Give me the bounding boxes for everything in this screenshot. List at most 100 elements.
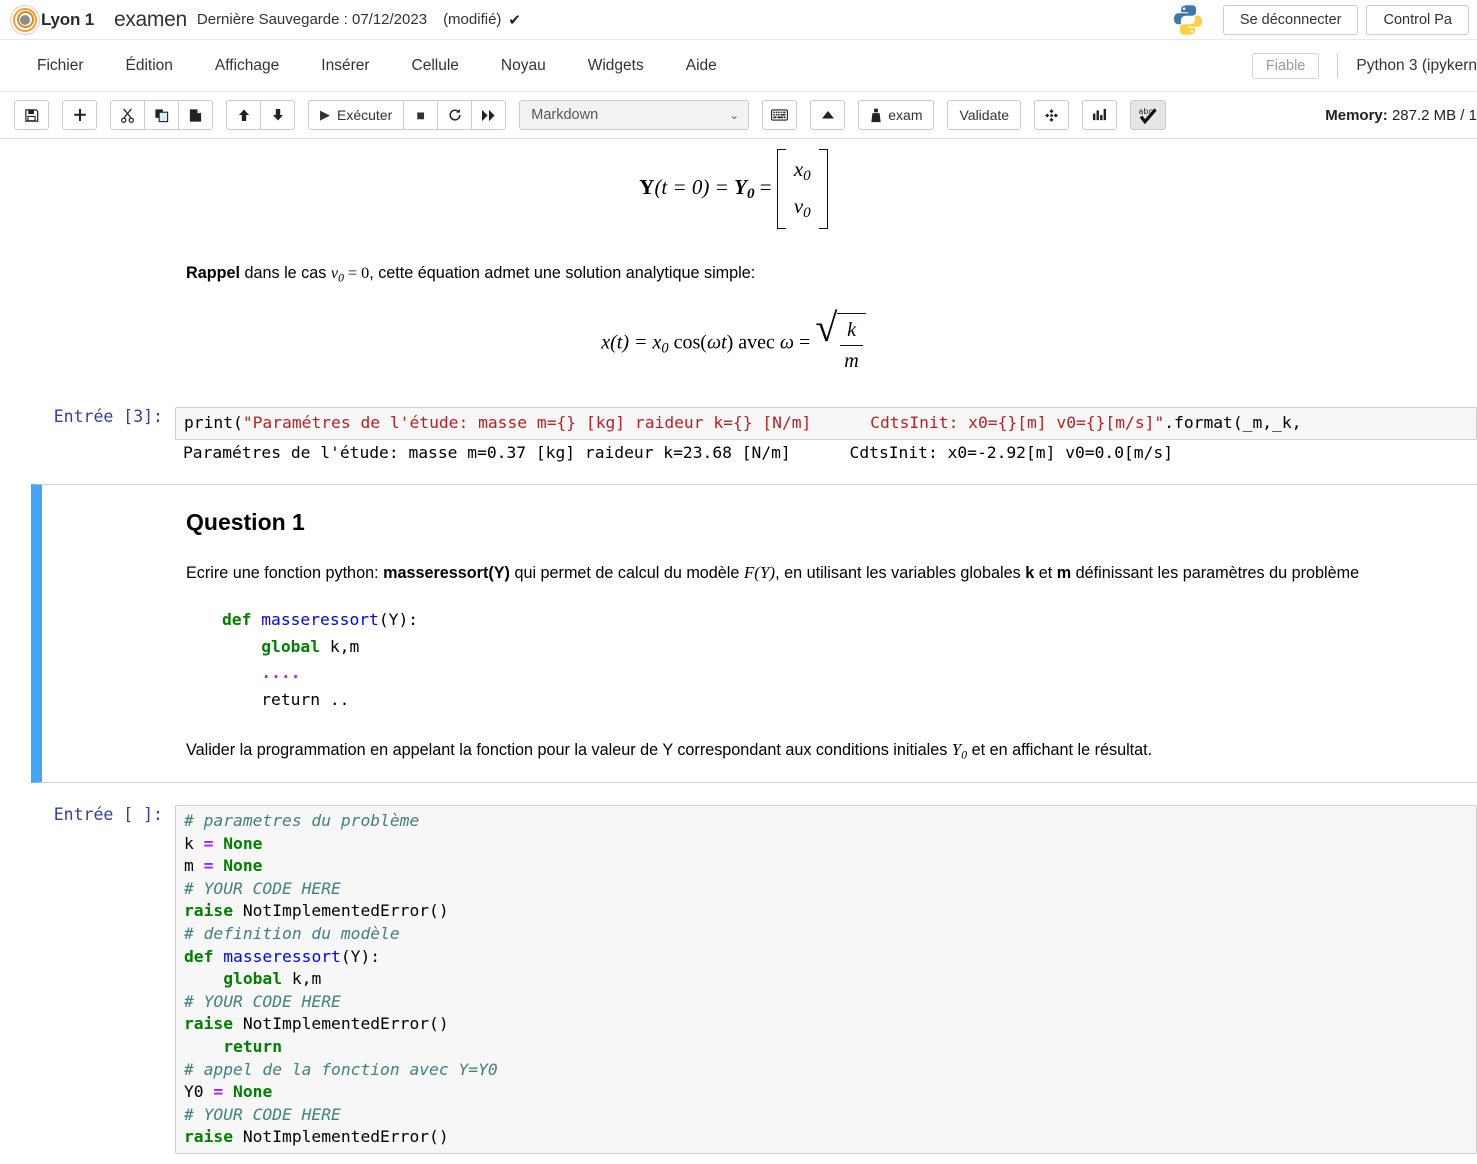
ans-l2-op: =	[194, 834, 223, 853]
menu-aide[interactable]: Aide	[665, 51, 738, 81]
kernel-indicator[interactable]: Python 3 (ipykern	[1356, 57, 1477, 75]
validate-button[interactable]: Validate	[947, 100, 1021, 130]
ans-l3-var: m	[184, 856, 194, 875]
eq-Y0-base: Y	[734, 175, 747, 199]
rappel-eq0: = 0	[344, 264, 369, 282]
variable-inspector-button[interactable]	[1082, 100, 1117, 130]
eq-vector: x0v0	[777, 149, 828, 229]
run-label: Exécuter	[337, 107, 392, 123]
collapse-heading-button[interactable]	[810, 100, 845, 130]
cell-type-select[interactable]: Markdown ⌄	[519, 100, 749, 130]
question-1-validate-paragraph: Valider la programmation en appelant la …	[186, 737, 1467, 764]
menu-affichage[interactable]: Affichage	[194, 51, 300, 81]
insert-cell-button[interactable]	[62, 100, 97, 130]
menu-fichier[interactable]: Fichier	[16, 51, 105, 81]
restart-kernel-button[interactable]	[437, 100, 472, 130]
menu-bar: Fichier Édition Affichage Insérer Cellul…	[0, 40, 1477, 92]
menubar-right-group: Fiable Python 3 (ipykern	[1252, 40, 1477, 92]
code-cell-answer[interactable]: Entrée [ ]: # parametres du problème k =…	[0, 805, 1477, 1154]
rappel-paragraph: Rappel dans le cas v0 = 0, cette équatio…	[0, 235, 1467, 287]
q1-function-name: masseressort(Y)	[383, 564, 510, 582]
memory-value: 287.2 MB / 1	[1392, 107, 1477, 124]
move-cell-down-button[interactable]	[260, 100, 295, 130]
kernel-separator	[1337, 53, 1338, 79]
q1-code-return: return ..	[261, 690, 349, 709]
ans-l5-txt: NotImplementedError()	[233, 901, 449, 920]
eq-vec-v0-base: v	[794, 194, 803, 218]
q1-math-FY: F(Y)	[744, 563, 775, 582]
toolbar-group-keyboard	[762, 100, 797, 130]
ans-l10-kw: raise	[184, 1014, 233, 1033]
question-1-paragraph: Ecrire une fonction python: masseressort…	[186, 560, 1467, 586]
notebook-title[interactable]: examen	[114, 8, 187, 32]
eq-lhs-rest: (t = 0) =	[654, 175, 734, 199]
rappel-bold: Rappel	[186, 264, 240, 282]
ans-l10-txt: NotImplementedError()	[233, 1014, 449, 1033]
cell-type-value: Markdown	[531, 107, 598, 123]
code-input-area-answer[interactable]: # parametres du problème k = None m = No…	[175, 805, 1477, 1154]
q1-text-et: et	[1034, 564, 1057, 582]
last-save-label: Dernière Sauvegarde : 07/12/2023	[197, 11, 427, 28]
nbdime-diff-icon-button[interactable]	[1034, 100, 1069, 130]
eq-vec-x0-sub: 0	[803, 168, 811, 184]
menu-widgets[interactable]: Widgets	[567, 51, 665, 81]
code-source-3[interactable]: print("Paramétres de l'étude: masse m={}…	[176, 408, 1476, 439]
q1-code-ellipsis: ....	[261, 663, 300, 682]
menu-noyau[interactable]: Noyau	[480, 51, 567, 81]
cut-button[interactable]	[110, 100, 145, 130]
open-command-palette-button[interactable]	[762, 100, 797, 130]
paste-button[interactable]	[178, 100, 213, 130]
ans-l3-val: None	[223, 856, 262, 875]
spellcheck-toggle-button[interactable]: abc	[1130, 100, 1166, 130]
toolbar-group-move	[226, 100, 295, 130]
q1-text-d: définissant les paramètres du problème	[1071, 564, 1359, 582]
copy-button[interactable]	[144, 100, 179, 130]
run-cell-button[interactable]: ▶ Exécuter	[308, 100, 404, 130]
lyon1-logo[interactable]: Lyon 1	[10, 5, 94, 35]
eq-sol-omega: ω	[707, 332, 721, 354]
toolbar-group-nbdime	[1034, 100, 1069, 130]
code-cell-print-params[interactable]: Entrée [3]: print("Paramétres de l'étude…	[0, 407, 1477, 466]
menu-edition[interactable]: Édition	[105, 51, 194, 81]
interrupt-kernel-button[interactable]: ■	[403, 100, 438, 130]
exam-button[interactable]: exam	[858, 100, 934, 130]
restart-and-run-all-button[interactable]	[471, 100, 506, 130]
header-right-group: Se déconnecter Control Pa	[1171, 0, 1477, 40]
ans-l13-var: Y0	[184, 1082, 204, 1101]
stop-icon: ■	[417, 107, 425, 123]
q1-text-c: , en utilisant les variables globales	[775, 564, 1025, 582]
cell-prompt-3: Entrée [3]:	[0, 407, 175, 426]
menu-inserer[interactable]: Insérer	[300, 51, 390, 81]
eq-sol-of-t: (t) =	[610, 332, 652, 354]
logout-button[interactable]: Se déconnecter	[1223, 5, 1359, 35]
menu-cellule[interactable]: Cellule	[391, 51, 480, 81]
move-cell-up-button[interactable]	[226, 100, 261, 130]
markdown-cell-equations[interactable]: Y(t = 0) = Y0 = x0v0 Rappel dans le cas …	[0, 139, 1477, 383]
ans-l11-indent	[184, 1037, 223, 1056]
q1-tail-a: Valider la programmation en appelant la …	[186, 741, 952, 759]
notebook-toolbar: ▶ Exécuter ■ Markdown ⌄ exam Validate	[0, 92, 1477, 139]
question-1-body: Question 1 Ecrire une fonction python: m…	[186, 505, 1477, 764]
save-button[interactable]	[14, 100, 49, 130]
sqrt-icon: √	[815, 311, 837, 377]
ans-l2-var: k	[184, 834, 194, 853]
code-input-area-3[interactable]: print("Paramétres de l'étude: masse m={}…	[175, 407, 1477, 440]
app-header: Lyon 1 examen Dernière Sauvegarde : 07/1…	[0, 0, 1477, 40]
ans-l4: # YOUR CODE HERE	[184, 879, 341, 898]
code-source-answer[interactable]: # parametres du problème k = None m = No…	[176, 806, 1476, 1153]
q1-code-args: (Y):	[379, 610, 418, 629]
memory-usage: Memory: 287.2 MB / 1	[1325, 107, 1477, 124]
markdown-cell-question-1[interactable]: Question 1 Ecrire une fonction python: m…	[31, 484, 1477, 783]
code-print-string: "Paramétres de l'étude: masse m={} [kg] …	[243, 413, 1164, 432]
toolbar-group-varinspector	[1082, 100, 1117, 130]
ans-l8-rest: k,m	[282, 969, 321, 988]
trusted-badge[interactable]: Fiable	[1252, 53, 1320, 79]
chevron-down-icon: ⌄	[729, 108, 739, 122]
memory-label: Memory:	[1325, 107, 1388, 124]
cell-output-3: Paramétres de l'étude: masse m=0.37 [kg]…	[175, 440, 1477, 467]
eq-vec-v0-sub: 0	[803, 205, 811, 221]
notebook-body[interactable]: Y(t = 0) = Y0 = x0v0 Rappel dans le cas …	[0, 139, 1477, 1163]
ans-l13-val: None	[233, 1082, 272, 1101]
control-panel-button[interactable]: Control Pa	[1366, 5, 1469, 35]
ans-l6: # definition du modèle	[184, 924, 400, 943]
